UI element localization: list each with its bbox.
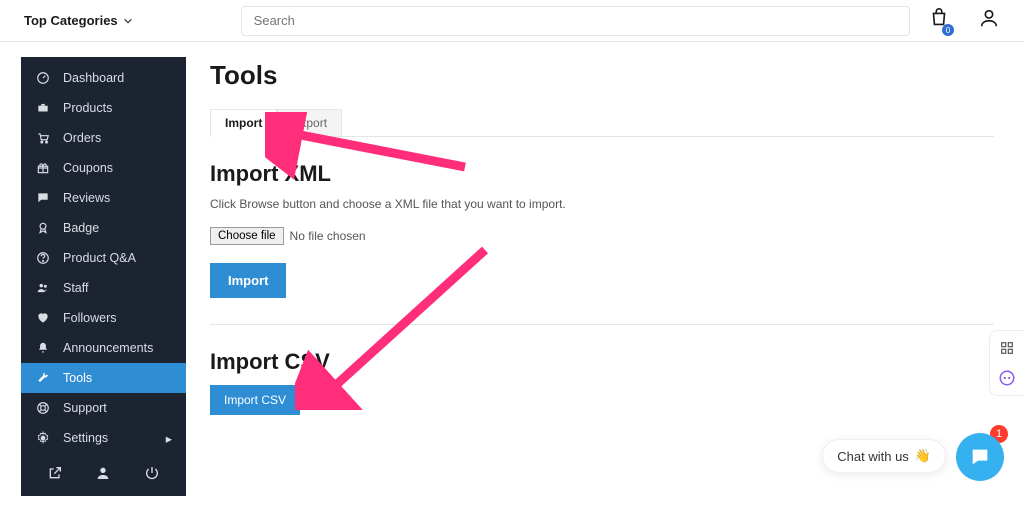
sidebar-item-orders[interactable]: Orders	[21, 123, 186, 153]
sidebar-item-support[interactable]: Support	[21, 393, 186, 423]
file-status-text: No file chosen	[290, 229, 366, 243]
sidebar-item-followers[interactable]: Followers	[21, 303, 186, 333]
search-input[interactable]	[241, 6, 910, 36]
cart-icon	[35, 130, 51, 146]
top-categories-dropdown[interactable]: Top Categories	[24, 13, 133, 28]
sidebar-item-label: Products	[63, 101, 112, 115]
gear-icon	[35, 430, 51, 446]
sidebar-item-label: Coupons	[63, 161, 113, 175]
sidebar-item-label: Badge	[63, 221, 99, 235]
account-button[interactable]	[978, 7, 1000, 34]
page-title: Tools	[210, 60, 994, 91]
sidebar: Dashboard Products Orders Coupons Review…	[21, 57, 186, 496]
sidebar-item-staff[interactable]: Staff	[21, 273, 186, 303]
floating-toolbar	[989, 330, 1024, 396]
sidebar-item-announcements[interactable]: Announcements	[21, 333, 186, 363]
sidebar-item-label: Settings	[63, 431, 108, 445]
sidebar-item-label: Reviews	[63, 191, 110, 205]
chevron-down-icon	[123, 16, 133, 26]
tabs: Import Export	[210, 109, 994, 137]
sidebar-item-label: Followers	[63, 311, 117, 325]
chat-fab[interactable]	[956, 433, 1004, 481]
sidebar-item-settings[interactable]: Settings ▸	[21, 423, 186, 453]
wave-icon: 👋	[915, 448, 931, 464]
cart-button[interactable]: 0	[928, 7, 950, 34]
sidebar-item-label: Staff	[63, 281, 88, 295]
external-link-button[interactable]	[47, 465, 63, 484]
gauge-icon	[35, 70, 51, 86]
import-xml-button[interactable]: Import	[210, 263, 286, 298]
import-csv-button[interactable]: Import CSV	[210, 385, 300, 415]
users-icon	[35, 280, 51, 296]
sidebar-item-products[interactable]: Products	[21, 93, 186, 123]
wrench-icon	[35, 370, 51, 386]
power-button[interactable]	[144, 465, 160, 484]
lifebuoy-icon	[35, 400, 51, 416]
chat-pill[interactable]: Chat with us 👋	[822, 439, 946, 473]
sidebar-item-label: Dashboard	[63, 71, 124, 85]
apps-icon[interactable]	[996, 337, 1018, 359]
gift-icon	[35, 160, 51, 176]
user-icon	[978, 7, 1000, 29]
main-content: Tools Import Export Import XML Click Bro…	[186, 42, 1024, 496]
sidebar-item-product-qa[interactable]: Product Q&A	[21, 243, 186, 273]
chevron-right-icon: ▸	[166, 431, 172, 446]
sidebar-item-label: Support	[63, 401, 107, 415]
sidebar-item-coupons[interactable]: Coupons	[21, 153, 186, 183]
divider	[210, 324, 994, 325]
chat-pill-text: Chat with us	[837, 449, 909, 464]
comment-icon	[35, 190, 51, 206]
import-xml-heading: Import XML	[210, 161, 994, 187]
import-csv-heading: Import CSV	[210, 349, 994, 375]
question-icon	[35, 250, 51, 266]
sidebar-item-label: Orders	[63, 131, 101, 145]
tab-import[interactable]: Import	[210, 109, 277, 136]
sidebar-item-label: Product Q&A	[63, 251, 136, 265]
sidebar-item-badge[interactable]: Badge	[21, 213, 186, 243]
sidebar-item-tools[interactable]: Tools	[21, 363, 186, 393]
sidebar-item-dashboard[interactable]: Dashboard	[21, 63, 186, 93]
sidebar-item-label: Tools	[63, 371, 92, 385]
heart-icon	[35, 310, 51, 326]
profile-button[interactable]	[95, 465, 111, 484]
award-icon	[35, 220, 51, 236]
chat-icon	[969, 446, 991, 468]
robot-icon[interactable]	[996, 367, 1018, 389]
sidebar-item-reviews[interactable]: Reviews	[21, 183, 186, 213]
cart-count-badge: 0	[942, 24, 954, 36]
top-categories-label: Top Categories	[24, 13, 118, 28]
briefcase-icon	[35, 100, 51, 116]
choose-file-button[interactable]: Choose file	[210, 227, 284, 245]
sidebar-item-label: Announcements	[63, 341, 153, 355]
import-xml-help: Click Browse button and choose a XML fil…	[210, 197, 994, 211]
bell-icon	[35, 340, 51, 356]
tab-export[interactable]: Export	[277, 109, 342, 136]
